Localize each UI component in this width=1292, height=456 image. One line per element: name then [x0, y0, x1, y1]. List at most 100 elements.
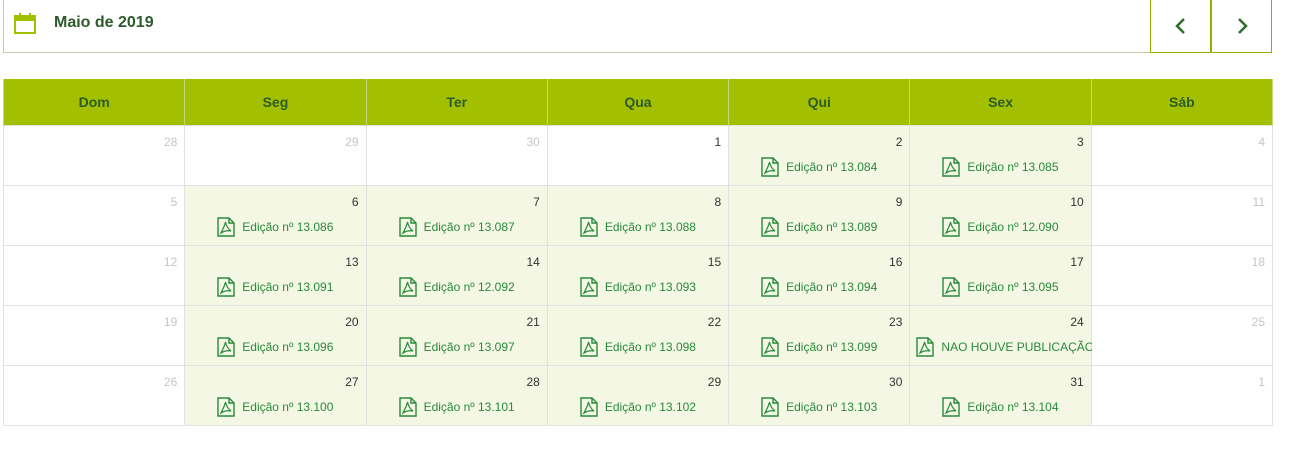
day-cell: 1 — [546, 125, 730, 186]
edition-pdf-link[interactable]: Edição nº 12.090 — [941, 217, 1059, 237]
day-cell: 29 — [184, 125, 367, 186]
pdf-icon — [398, 217, 418, 237]
day-number: 11 — [1252, 195, 1265, 209]
edition-pdf-link[interactable]: Edição nº 13.101 — [398, 397, 515, 417]
day-cell: 8 Edição nº 13.088 — [546, 185, 730, 246]
edition-label: Edição nº 13.097 — [423, 340, 515, 354]
day-cell: 17 Edição nº 13.095 — [909, 245, 1092, 306]
day-number: 3 — [1077, 135, 1084, 149]
day-number: 29 — [707, 375, 722, 389]
pdf-icon — [941, 217, 961, 237]
day-number: 17 — [1070, 255, 1084, 269]
day-cell: 1 — [1090, 365, 1274, 426]
edition-pdf-link[interactable]: Edição nº 13.089 — [760, 217, 877, 237]
day-cell: 5 — [2, 185, 186, 246]
day-number: 24 — [1070, 315, 1084, 329]
edition-pdf-link[interactable]: Edição nº 13.096 — [216, 337, 333, 357]
edition-pdf-link[interactable]: Edição nº 13.091 — [216, 277, 333, 297]
edition-pdf-link[interactable]: Edição nº 13.104 — [941, 397, 1059, 417]
day-number: 9 — [895, 195, 903, 209]
edition-pdf-link[interactable]: Edição nº 13.085 — [941, 157, 1059, 177]
weekday-header: Qui — [728, 79, 911, 126]
edition-label: Edição nº 13.096 — [242, 340, 334, 354]
pdf-icon — [216, 217, 236, 237]
day-number: 26 — [163, 375, 178, 389]
weekday-header: Qua — [546, 79, 730, 126]
edition-pdf-link[interactable]: Edição nº 13.102 — [579, 397, 696, 417]
day-cell: 4 — [1090, 125, 1274, 186]
edition-pdf-link[interactable]: Edição nº 13.097 — [398, 337, 515, 357]
day-cell: 16 Edição nº 13.094 — [728, 245, 911, 306]
edition-pdf-link[interactable]: Edição nº 13.086 — [216, 217, 333, 237]
chevron-left-icon — [1174, 18, 1185, 34]
pdf-icon — [760, 157, 780, 177]
edition-pdf-link[interactable]: NAO HOUVE PUBLICAÇÃO — [915, 337, 1094, 357]
day-number: 19 — [163, 315, 178, 329]
day-number: 1 — [714, 135, 722, 149]
pdf-icon — [398, 397, 418, 417]
edition-label: Edição nº 12.092 — [423, 280, 515, 294]
day-number: 20 — [345, 315, 359, 329]
edition-pdf-link[interactable]: Edição nº 13.100 — [216, 397, 333, 417]
day-cell: 18 — [1090, 245, 1274, 306]
day-number: 15 — [707, 255, 722, 269]
edition-pdf-link[interactable]: Edição nº 12.092 — [398, 277, 515, 297]
edition-label: Edição nº 13.088 — [604, 220, 696, 234]
day-number: 23 — [889, 315, 903, 329]
previous-month-button[interactable] — [1150, 0, 1211, 53]
edition-pdf-link[interactable]: Edição nº 13.103 — [760, 397, 877, 417]
calendar-week-row: 28 29 30 1 2 Edição nº 13.084 3 Edição nº 13.08… — [2, 125, 1274, 186]
day-cell: 12 — [2, 245, 186, 306]
day-number: 22 — [707, 315, 722, 329]
calendar-grid: Dom Seg Ter Qua Qui Sex Sáb 28 29 30 1 2 Edição nº … — [2, 79, 1274, 426]
edition-label: Edição nº 13.089 — [786, 220, 878, 234]
day-number: 7 — [533, 195, 540, 209]
edition-pdf-link[interactable]: Edição nº 13.088 — [579, 217, 696, 237]
edition-pdf-link[interactable]: Edição nº 13.087 — [398, 217, 515, 237]
day-cell: 2 Edição nº 13.084 — [728, 125, 911, 186]
edition-label: Edição nº 13.093 — [604, 280, 696, 294]
edition-label: Edição nº 13.087 — [423, 220, 515, 234]
edition-label: Edição nº 13.104 — [967, 400, 1059, 414]
day-cell: 3 Edição nº 13.085 — [909, 125, 1092, 186]
edition-pdf-link[interactable]: Edição nº 13.095 — [941, 277, 1059, 297]
day-number: 1 — [1258, 375, 1265, 389]
day-cell: 23 Edição nº 13.099 — [728, 305, 911, 366]
pdf-icon — [941, 277, 961, 297]
day-number: 8 — [714, 195, 722, 209]
day-number: 5 — [170, 195, 178, 209]
day-cell: 28 — [2, 125, 186, 186]
pdf-icon — [216, 397, 236, 417]
day-cell: 9 Edição nº 13.089 — [728, 185, 911, 246]
day-number: 10 — [1070, 195, 1084, 209]
pdf-icon — [760, 337, 780, 357]
edition-pdf-link[interactable]: Edição nº 13.099 — [760, 337, 877, 357]
day-number: 6 — [351, 195, 359, 209]
calendar-week-row: 19 20 Edição nº 13.096 21 Edição nº 13.097 22… — [2, 305, 1274, 366]
edition-label: Edição nº 13.086 — [242, 220, 334, 234]
day-number: 12 — [163, 255, 178, 269]
day-number: 30 — [526, 135, 540, 149]
pdf-icon — [216, 337, 236, 357]
next-month-button[interactable] — [1211, 0, 1272, 53]
calendar-week-row: 26 27 Edição nº 13.100 28 Edição nº 13.101 29… — [2, 365, 1274, 426]
day-cell: 26 — [2, 365, 186, 426]
edition-pdf-link[interactable]: Edição nº 13.094 — [760, 277, 877, 297]
edition-pdf-link[interactable]: Edição nº 13.098 — [579, 337, 696, 357]
edition-label: Edição nº 13.099 — [786, 340, 878, 354]
calendar-body: 28 29 30 1 2 Edição nº 13.084 3 Edição nº 13.08… — [2, 125, 1274, 426]
day-number: 14 — [526, 255, 540, 269]
pdf-icon — [579, 397, 599, 417]
day-cell: 27 Edição nº 13.100 — [184, 365, 367, 426]
day-cell: 25 — [1090, 305, 1274, 366]
edition-label: Edição nº 13.094 — [786, 280, 878, 294]
day-number: 21 — [526, 315, 540, 329]
day-number: 28 — [163, 135, 178, 149]
edition-label: Edição nº 13.102 — [604, 400, 696, 414]
edition-pdf-link[interactable]: Edição nº 13.084 — [760, 157, 877, 177]
edition-label: Edição nº 13.084 — [786, 160, 878, 174]
edition-pdf-link[interactable]: Edição nº 13.093 — [579, 277, 696, 297]
day-cell: 30 Edição nº 13.103 — [728, 365, 911, 426]
day-cell: 14 Edição nº 12.092 — [365, 245, 548, 306]
day-cell: 15 Edição nº 13.093 — [546, 245, 730, 306]
